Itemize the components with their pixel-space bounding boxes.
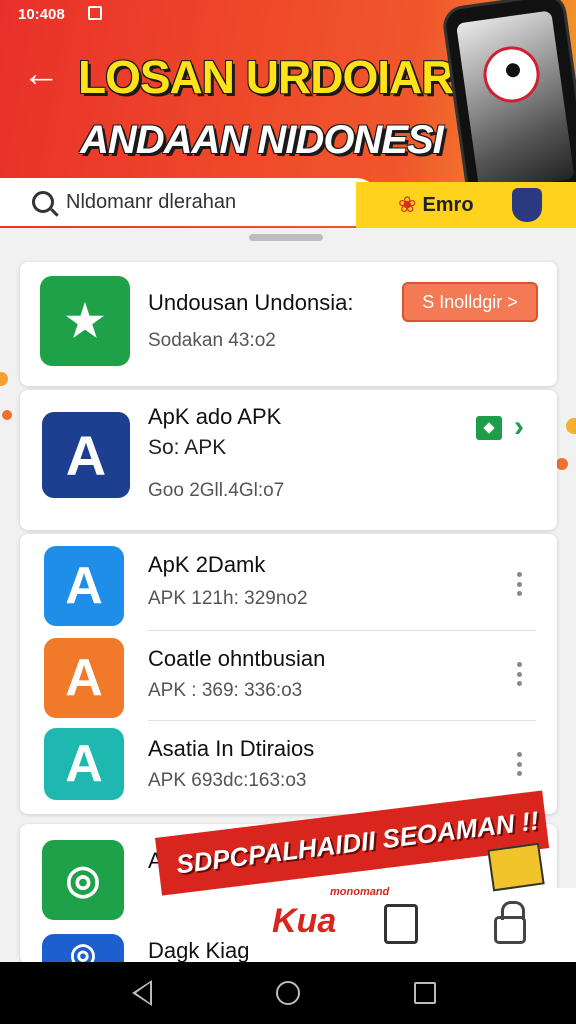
app-meta: APK 693dc:163:o3: [148, 770, 307, 791]
divider: [148, 630, 536, 631]
system-nav-bar: [0, 962, 576, 1024]
flame-icon: ❀: [398, 192, 417, 217]
drag-handle[interactable]: [249, 234, 323, 241]
logo-subtext: monomand: [330, 886, 390, 898]
chevron-right-icon[interactable]: ›: [514, 410, 524, 444]
decor-dot: [0, 372, 8, 386]
app-meta: APK 121h: 329no2: [148, 588, 308, 609]
green-circle-icon[interactable]: ◎: [42, 840, 124, 920]
app-meta: So: APK: [148, 436, 227, 459]
app-meta: Goo 2Gll.4Gl:o7: [148, 480, 285, 501]
divider: [148, 720, 536, 721]
decor-dot: [2, 410, 12, 420]
header-title-line2: ANDAAN NIDONESI: [80, 118, 444, 162]
nav-recents-icon[interactable]: [414, 982, 436, 1004]
appstore-a-icon[interactable]: A: [44, 546, 124, 626]
app-name[interactable]: Asatia In Dtiraios: [148, 736, 314, 762]
green-star-icon[interactable]: ★: [40, 276, 130, 366]
more-icon[interactable]: [516, 662, 522, 686]
app-name[interactable]: ApK ado APK: [148, 404, 281, 430]
app-list: A ApK 2Damk APK 121h: 329no2 A Coatle oh…: [20, 534, 557, 814]
header-banner: 10:408 ◉ ◢ ▮ ← LOSAN URDOIAR ANDAAN NIDO…: [0, 0, 576, 228]
decor-dot: [556, 458, 568, 470]
app-name[interactable]: Dagk Kiag: [148, 938, 250, 964]
app-name[interactable]: ApK 2Damk: [148, 552, 265, 578]
shop-badge-icon: [512, 188, 542, 222]
download-button[interactable]: S Inolldgir >: [402, 282, 538, 322]
lock-icon[interactable]: [494, 901, 526, 944]
app-name[interactable]: Undousan Undonsia:: [148, 290, 353, 316]
more-icon[interactable]: [516, 572, 522, 596]
more-icon[interactable]: [516, 752, 522, 776]
app-name[interactable]: Coatle ohntbusian: [148, 646, 325, 672]
home-status-icon: [88, 6, 102, 20]
nav-home-icon[interactable]: [276, 981, 300, 1005]
app-meta: Sodakan 43:o2: [148, 330, 276, 351]
gallery-icon[interactable]: [384, 904, 418, 944]
back-arrow-icon[interactable]: ←: [22, 54, 60, 94]
sticker-icon: [487, 842, 545, 892]
status-time: 10:408: [18, 6, 65, 23]
app-meta: APK : 369: 336:o3: [148, 680, 303, 701]
featured-card[interactable]: ★ Undousan Undonsia: Sodakan 43:o2: [20, 262, 557, 386]
header-title-line1: LOSAN URDOIAR: [78, 51, 454, 103]
search-bar[interactable]: Nldomanr dlerahan: [0, 178, 380, 226]
featured-card[interactable]: A ApK ado APK So: APK Goo 2Gll.4Gl:o7: [20, 390, 557, 530]
promo-label: Emro: [422, 193, 474, 216]
teal-a-icon[interactable]: A: [44, 728, 124, 800]
promo-strip[interactable]: ❀ Emro: [356, 182, 576, 228]
blue-a-icon[interactable]: A: [42, 412, 130, 498]
decor-dot: [566, 418, 576, 434]
brand-logo[interactable]: Kua: [272, 902, 336, 941]
orange-a-icon[interactable]: A: [44, 638, 124, 718]
nav-back-icon[interactable]: [132, 980, 152, 1006]
search-input[interactable]: Nldomanr dlerahan: [66, 191, 236, 214]
search-icon: [32, 191, 54, 213]
install-badge-icon[interactable]: [476, 416, 502, 440]
